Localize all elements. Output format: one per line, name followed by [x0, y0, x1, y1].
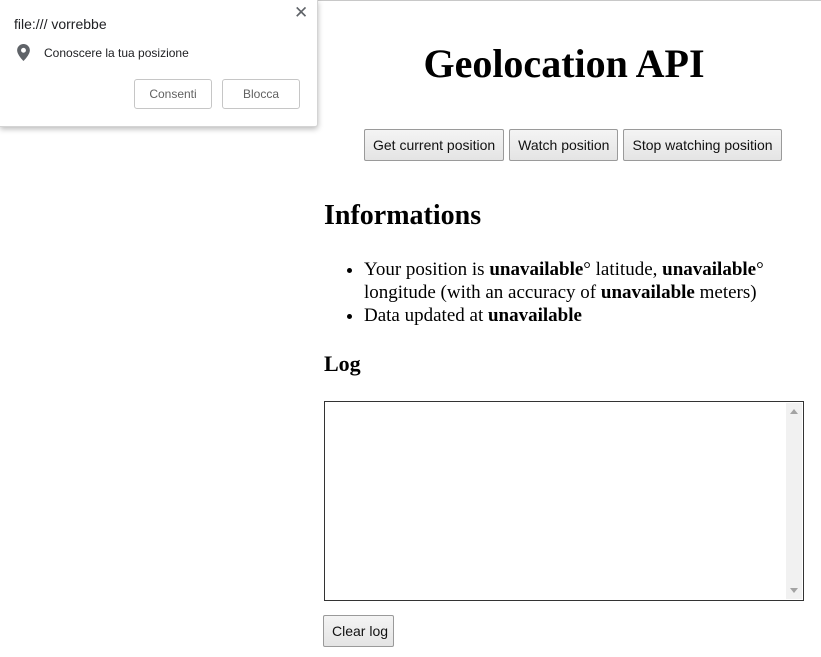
geolocation-button-row: Get current position Watch position Stop… [364, 129, 782, 161]
page-title: Geolocation API [423, 41, 705, 86]
geolocation-permission-popup: file:/// vorrebbe ✕ Conoscere la tua pos… [0, 0, 318, 127]
popup-request-row: Conoscere la tua posizione [17, 44, 189, 61]
watch-position-button[interactable]: Watch position [509, 129, 619, 161]
informations-heading: Informations [324, 200, 482, 231]
popup-request-text: Conoscere la tua posizione [44, 45, 189, 60]
updated-prefix: Data updated at [364, 305, 488, 326]
position-prefix: Your position is [364, 259, 490, 280]
position-list-item: Your position is unavailable° latitude, … [364, 258, 821, 304]
updated-at-value: unavailable [487, 305, 582, 326]
allow-button[interactable]: Consenti [134, 79, 212, 109]
log-heading: Log [324, 351, 361, 376]
accuracy-value: unavailable [600, 282, 695, 303]
longitude-value: unavailable [662, 259, 757, 280]
clear-log-button[interactable]: Clear log [323, 615, 394, 647]
latitude-value: unavailable [489, 259, 584, 280]
get-current-position-button[interactable]: Get current position [364, 129, 505, 161]
block-button[interactable]: Blocca [222, 79, 300, 109]
updated-list-item: Data updated at unavailable [364, 304, 821, 327]
accuracy-suffix: meters) [694, 282, 757, 303]
popup-origin-text: file:/// vorrebbe [14, 16, 107, 32]
close-icon[interactable]: ✕ [294, 4, 308, 22]
latitude-suffix: ° latitude, [583, 259, 663, 280]
location-pin-icon [17, 44, 30, 61]
log-textarea[interactable] [324, 401, 804, 601]
informations-list: Your position is unavailable° latitude, … [324, 258, 821, 327]
stop-watching-position-button[interactable]: Stop watching position [623, 129, 782, 161]
